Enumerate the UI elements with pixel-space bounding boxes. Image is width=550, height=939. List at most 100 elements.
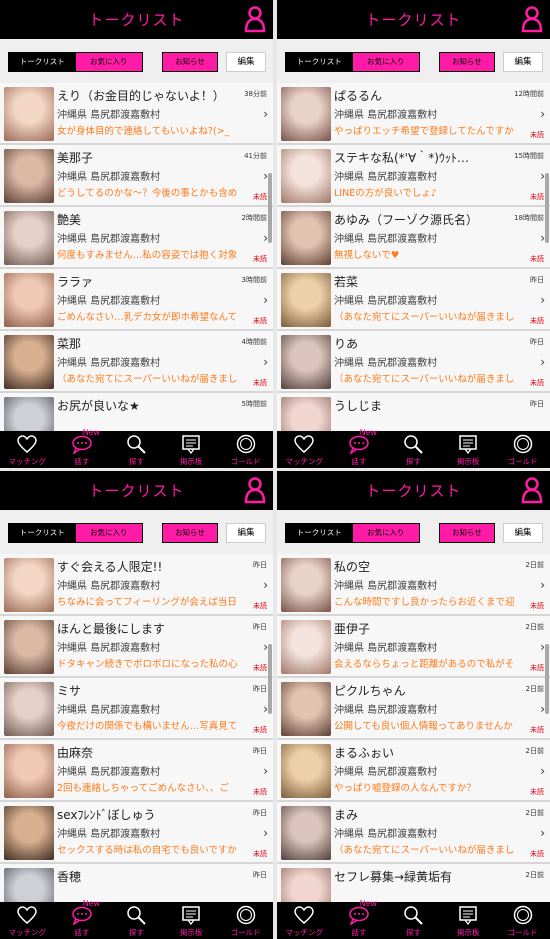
avatar <box>4 868 54 902</box>
avatar <box>281 335 331 389</box>
tab-speech-bubble[interactable]: New 話す <box>332 899 387 939</box>
unread-badge: 未読 <box>253 317 267 325</box>
tab-talk-list[interactable]: トークリスト <box>9 53 76 71</box>
last-message: （あなた宛てにスーパーいいねが届きまし <box>334 374 515 385</box>
page-title: トークリスト <box>88 482 185 500</box>
list-item[interactable]: ぱるるん 12時間前 沖縄県 島尻郡渡嘉敷村 やっぱりエッチ希望で登録してたんですか 未… <box>277 83 550 145</box>
unread-badge: 未読 <box>530 255 544 263</box>
tab-gold-coin[interactable]: ゴールド <box>218 431 273 468</box>
list-item[interactable]: セフレ募集→緑黄垢有 2日前 <box>277 864 550 902</box>
tab-speech-bubble[interactable]: New 話す <box>55 899 110 939</box>
chevron-right-icon: › <box>263 107 268 121</box>
tab-favorites[interactable]: お気に入り <box>75 524 142 542</box>
location: 沖縄県 島尻郡渡嘉敷村 <box>334 296 438 307</box>
list-item[interactable]: 美那子 41分前 沖縄県 島尻郡渡嘉敷村 どうしてるのかな～？今後の事とかも含め 未読 › <box>0 145 273 207</box>
tab-gold-coin[interactable]: ゴールド <box>218 902 273 939</box>
tab-label: 話す <box>74 928 90 937</box>
timestamp: 2日前 <box>525 747 544 755</box>
tab-speech-bubble[interactable]: New 話す <box>332 428 387 468</box>
tab-heart[interactable]: マッチング <box>0 431 55 468</box>
tab-search[interactable]: 探す <box>386 902 441 939</box>
tab-search[interactable]: 探す <box>109 902 164 939</box>
contact-name: 美那子 <box>57 151 94 165</box>
tab-search[interactable]: 探す <box>109 431 164 468</box>
scrollbar[interactable] <box>268 644 272 714</box>
edit-button[interactable]: 編集 <box>226 523 266 543</box>
filter-bar: トークリスト お気に入り お知らせ 編集 <box>0 510 273 554</box>
notice-button[interactable]: お知らせ <box>439 52 495 72</box>
list-item[interactable]: ララァ 3時間前 沖縄県 島尻郡渡嘉敷村 ごめんなさい…乳デカ女が即ホ希望なんて 未読 › <box>0 269 273 331</box>
unread-badge: 未読 <box>530 193 544 201</box>
tab-label: 探す <box>128 928 144 937</box>
tab-board[interactable]: 掲示板 <box>164 902 219 939</box>
tab-favorites[interactable]: お気に入り <box>352 524 419 542</box>
list-item[interactable]: 若菜 昨日 沖縄県 島尻郡渡嘉敷村 （あなた宛てにスーパーいいねが届きまし 未読 › <box>277 269 550 331</box>
list-item[interactable]: えり（お金目的じゃないよ！） 38分前 沖縄県 島尻郡渡嘉敷村 女が身体目的で連絡して… <box>0 83 273 145</box>
tab-gold-coin[interactable]: ゴールド <box>495 431 550 468</box>
scrollbar[interactable] <box>545 173 549 243</box>
list-item[interactable]: 香穂 昨日 <box>0 864 273 902</box>
list-item[interactable]: お尻が良いな★ 5時間前 <box>0 393 273 431</box>
tab-label: ゴールド <box>507 457 538 466</box>
list-item[interactable]: 私の空 2日前 沖縄県 島尻郡渡嘉敷村 こんな時間ですし良かったらお近くまで迎 未読 › <box>277 554 550 616</box>
tab-heart[interactable]: マッチング <box>0 902 55 939</box>
person-icon[interactable] <box>521 5 543 33</box>
header: トークリスト <box>277 0 550 39</box>
list-item[interactable]: まるふぉい 2日前 沖縄県 島尻郡渡嘉敷村 やっぱり嘘登録の人なんですか？ 未読 › <box>277 740 550 802</box>
tab-board[interactable]: 掲示板 <box>164 431 219 468</box>
list-item[interactable]: まみ 2日前 沖縄県 島尻郡渡嘉敷村 （あなた宛てにスーパーいいねが届きまし 未読 › <box>277 802 550 864</box>
tab-label: マッチング <box>8 457 47 466</box>
bottom-tab-bar: マッチング New 話す 探す 掲示板 ゴールド <box>277 428 550 468</box>
avatar <box>4 335 54 389</box>
unread-badge: 未読 <box>530 850 544 858</box>
tab-favorites[interactable]: お気に入り <box>352 53 419 71</box>
last-message: やっぱり嘘登録の人なんですか？ <box>334 783 477 794</box>
location: 沖縄県 島尻郡渡嘉敷村 <box>57 358 161 369</box>
tab-label: 掲示板 <box>179 457 203 466</box>
edit-button[interactable]: 編集 <box>226 52 266 72</box>
list-item[interactable]: りあ 昨日 沖縄県 島尻郡渡嘉敷村 （あなた宛てにスーパーいいねが届きまし 未読 › <box>277 331 550 393</box>
tab-label: マッチング <box>8 928 47 937</box>
edit-button[interactable]: 編集 <box>503 52 543 72</box>
list-item[interactable]: 菜那 4時間前 沖縄県 島尻郡渡嘉敷村 （あなた宛てにスーパーいいねが届きまし 未読 › <box>0 331 273 393</box>
person-icon[interactable] <box>244 5 266 33</box>
notice-button[interactable]: お知らせ <box>162 523 218 543</box>
list-item[interactable]: すぐ会える人限定!! 昨日 沖縄県 島尻郡渡嘉敷村 ちなみに会ってフィーリングが会えば… <box>0 554 273 616</box>
list-item[interactable]: ほんと最後にします 昨日 沖縄県 島尻郡渡嘉敷村 ドタキャン続きでボロボロになった私の… <box>0 616 273 678</box>
location: 沖縄県 島尻郡渡嘉敷村 <box>334 172 438 183</box>
tab-heart[interactable]: マッチング <box>277 431 332 468</box>
timestamp: 昨日 <box>253 623 267 631</box>
list-item[interactable]: sexﾌﾚﾝﾄﾞぼしゅう 昨日 沖縄県 島尻郡渡嘉敷村 セックスする時は私の自宅でも良… <box>0 802 273 864</box>
edit-button[interactable]: 編集 <box>503 523 543 543</box>
tab-gold-coin[interactable]: ゴールド <box>495 902 550 939</box>
new-badge: New <box>82 899 101 908</box>
tab-speech-bubble[interactable]: New 話す <box>55 428 110 468</box>
filter-bar: トークリスト お気に入り お知らせ 編集 <box>0 39 273 83</box>
list-item[interactable]: うしじま 昨日 <box>277 393 550 431</box>
list-item[interactable]: 由麻奈 昨日 沖縄県 島尻郡渡嘉敷村 2回も連絡しちゃってごめんなさい、、ご 未読 › <box>0 740 273 802</box>
person-icon[interactable] <box>244 476 266 504</box>
tab-heart[interactable]: マッチング <box>277 902 332 939</box>
tab-talk-list[interactable]: トークリスト <box>286 524 353 542</box>
notice-button[interactable]: お知らせ <box>439 523 495 543</box>
tab-talk-list[interactable]: トークリスト <box>9 524 76 542</box>
contact-name: 由麻奈 <box>57 746 94 760</box>
list-item[interactable]: ミサ 昨日 沖縄県 島尻郡渡嘉敷村 今夜だけの関係でも構いません…写真見て 未読 › <box>0 678 273 740</box>
person-icon[interactable] <box>521 476 543 504</box>
tab-board[interactable]: 掲示板 <box>441 902 496 939</box>
tab-board[interactable]: 掲示板 <box>441 431 496 468</box>
chevron-right-icon: › <box>263 578 268 592</box>
tab-talk-list[interactable]: トークリスト <box>286 53 353 71</box>
scrollbar[interactable] <box>268 173 272 243</box>
list-item[interactable]: ステキな私(*'∀｀*)ｳｯﾄ… 15時間前 沖縄県 島尻郡渡嘉敷村 LINEの方が良… <box>277 145 550 207</box>
list-item[interactable]: あゆみ（フーゾク源氏名） 18時間前 沖縄県 島尻郡渡嘉敷村 無視しないで♥ 未読 › <box>277 207 550 269</box>
list-item[interactable]: 亜伊子 2日前 沖縄県 島尻郡渡嘉敷村 会えるならちょっと距離があるので私がそ 未読 › <box>277 616 550 678</box>
tab-search[interactable]: 探す <box>386 431 441 468</box>
notice-button[interactable]: お知らせ <box>162 52 218 72</box>
page-title: トークリスト <box>88 11 185 29</box>
scrollbar[interactable] <box>545 644 549 714</box>
list-item[interactable]: ピクルちゃん 2日前 沖縄県 島尻郡渡嘉敷村 公開しても良い個人情報ってありませんか 未… <box>277 678 550 740</box>
list-item[interactable]: 艶美 2時間前 沖縄県 島尻郡渡嘉敷村 何度もすみません…私の容姿では抱く対象 未読 › <box>0 207 273 269</box>
bottom-tab-bar: マッチング New 話す 探す 掲示板 ゴールド <box>277 899 550 939</box>
tab-favorites[interactable]: お気に入り <box>75 53 142 71</box>
